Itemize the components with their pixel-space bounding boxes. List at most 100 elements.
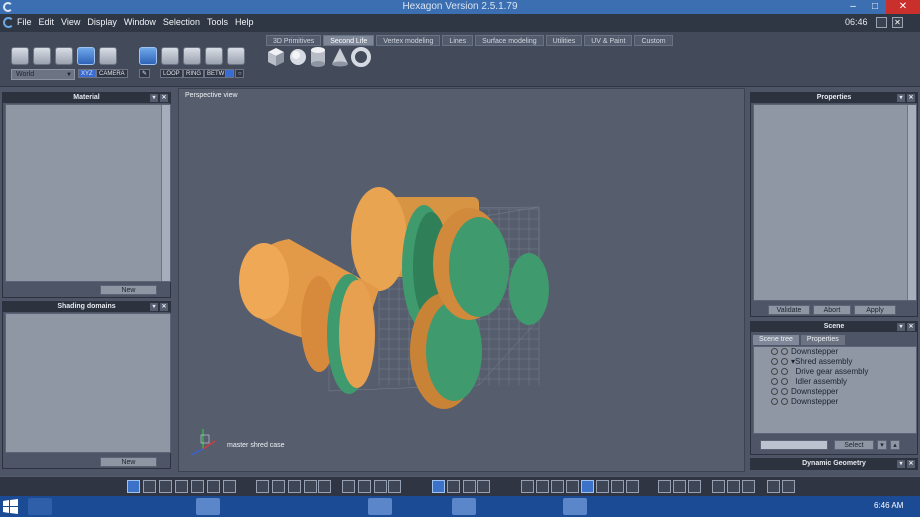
visibility-icon[interactable] bbox=[771, 348, 778, 355]
material-preview-icon[interactable] bbox=[611, 480, 624, 493]
three-view-icon[interactable] bbox=[175, 480, 188, 493]
textured-shading-icon[interactable] bbox=[596, 480, 609, 493]
panel-menu-icon[interactable]: ▾ bbox=[897, 460, 905, 468]
new-material-button[interactable]: New bbox=[100, 285, 157, 295]
perspective-viewport[interactable]: Perspective view master shred case bbox=[178, 88, 745, 472]
menu-edit[interactable]: Edit bbox=[39, 17, 55, 27]
menu-file[interactable]: File bbox=[17, 17, 32, 27]
store-taskbar-icon[interactable] bbox=[56, 498, 80, 515]
wire-grid-icon[interactable] bbox=[272, 480, 285, 493]
eye-view-icon[interactable] bbox=[388, 480, 401, 493]
app-taskbar-icon[interactable] bbox=[760, 498, 784, 515]
menu-window[interactable]: Window bbox=[124, 17, 156, 27]
tab-scene-tree[interactable]: Scene tree bbox=[753, 335, 799, 345]
zoom-selection-icon[interactable] bbox=[358, 480, 371, 493]
select-vertex-icon[interactable] bbox=[205, 47, 223, 65]
navigate-icon[interactable] bbox=[432, 480, 445, 493]
zoom-fit-icon[interactable] bbox=[342, 480, 355, 493]
scene-item-idler-assembly[interactable]: Idler assembly bbox=[771, 377, 847, 387]
visibility-icon[interactable] bbox=[771, 388, 778, 395]
layers-icon[interactable] bbox=[742, 480, 755, 493]
select-filter-toggle[interactable] bbox=[225, 69, 234, 78]
scene-item-downstepper-3[interactable]: Downstepper bbox=[771, 397, 838, 407]
visibility-icon[interactable] bbox=[771, 368, 778, 375]
between-button[interactable]: BETW bbox=[204, 69, 228, 78]
menu-display[interactable]: Display bbox=[87, 17, 117, 27]
new-shading-button[interactable]: New bbox=[100, 457, 157, 467]
cube-primitive-icon[interactable] bbox=[268, 48, 284, 66]
camera-toggle[interactable]: CAMERA bbox=[96, 69, 128, 78]
scene-item-downstepper-2[interactable]: Downstepper bbox=[771, 387, 838, 397]
validate-button[interactable]: Validate bbox=[768, 305, 810, 315]
environment-icon[interactable] bbox=[688, 480, 701, 493]
tab-surface-modeling[interactable]: Surface modeling bbox=[475, 35, 544, 46]
tab-vertex-modeling[interactable]: Vertex modeling bbox=[376, 35, 441, 46]
tab-custom[interactable]: Custom bbox=[634, 35, 673, 46]
hexagon-taskbar-icon[interactable] bbox=[452, 498, 476, 515]
select-options-icon[interactable]: ✎ bbox=[139, 69, 151, 78]
shadow-icon[interactable] bbox=[673, 480, 686, 493]
sphere-primitive-icon[interactable] bbox=[290, 49, 306, 65]
tab-second-life[interactable]: Second Life bbox=[323, 35, 375, 46]
visibility-icon[interactable] bbox=[771, 378, 778, 385]
coordinate-system-dropdown[interactable]: World bbox=[11, 69, 75, 80]
close-button[interactable]: ✕ bbox=[886, 0, 920, 14]
dolly-icon[interactable] bbox=[477, 480, 490, 493]
lock-icon[interactable] bbox=[781, 388, 788, 395]
tab-utilities[interactable]: Utilities bbox=[545, 35, 583, 46]
hidden-line-icon[interactable] bbox=[536, 480, 549, 493]
lighting-icon[interactable] bbox=[658, 480, 671, 493]
panel-close-icon[interactable]: ✕ bbox=[160, 303, 168, 311]
multi-box-icon[interactable] bbox=[727, 480, 740, 493]
chrome-taskbar-icon[interactable] bbox=[196, 498, 220, 515]
cylinder-primitive-icon[interactable] bbox=[311, 47, 325, 67]
lock-icon[interactable] bbox=[781, 368, 788, 375]
panel-menu-icon[interactable]: ▾ bbox=[150, 94, 158, 102]
cone-primitive-icon[interactable] bbox=[332, 48, 348, 67]
ring-button[interactable]: RING bbox=[183, 69, 204, 78]
menu-selection[interactable]: Selection bbox=[163, 17, 200, 27]
camera-tool-icon[interactable] bbox=[99, 47, 117, 65]
lock-icon[interactable] bbox=[781, 348, 788, 355]
panel-close-icon[interactable]: ✕ bbox=[160, 94, 168, 102]
scene-item-shred-assembly[interactable]: ▾Shred assembly bbox=[771, 357, 852, 367]
apply-button[interactable]: Apply bbox=[854, 305, 896, 315]
select-face-icon[interactable] bbox=[161, 47, 179, 65]
abort-button[interactable]: Abort bbox=[813, 305, 851, 315]
panel-close-button[interactable]: ✕ bbox=[892, 17, 903, 28]
smooth-shading-icon[interactable] bbox=[566, 480, 579, 493]
lock-icon[interactable] bbox=[781, 398, 788, 405]
rotate-tool-icon[interactable] bbox=[33, 47, 51, 65]
camera-capture-icon[interactable] bbox=[782, 480, 795, 493]
material-scrollbar[interactable] bbox=[161, 105, 170, 281]
box-display-icon[interactable] bbox=[712, 480, 725, 493]
panel-menu-icon[interactable]: ▾ bbox=[897, 94, 905, 102]
select-object-icon[interactable] bbox=[139, 47, 157, 65]
scene-search-input[interactable] bbox=[760, 440, 828, 450]
lasso-icon[interactable]: ○ bbox=[235, 69, 244, 78]
maximize-button[interactable]: □ bbox=[864, 0, 886, 14]
restore-panel-button[interactable] bbox=[876, 17, 887, 28]
select-button[interactable]: Select bbox=[834, 440, 874, 450]
gi-taskbar-icon[interactable] bbox=[140, 498, 164, 515]
lock-icon[interactable] bbox=[781, 358, 788, 365]
folder-taskbar-icon[interactable] bbox=[112, 498, 136, 515]
minimize-button[interactable]: – bbox=[842, 0, 864, 14]
menu-tools[interactable]: Tools bbox=[207, 17, 228, 27]
visibility-icon[interactable] bbox=[771, 358, 778, 365]
select-auto-icon[interactable] bbox=[227, 47, 245, 65]
tab-3d-primitives[interactable]: 3D Primitives bbox=[266, 35, 322, 46]
pan-icon[interactable] bbox=[447, 480, 460, 493]
app-taskbar-icon[interactable] bbox=[368, 498, 392, 515]
triple-split-icon[interactable] bbox=[223, 480, 236, 493]
flat-shading-icon[interactable] bbox=[551, 480, 564, 493]
menu-view[interactable]: View bbox=[61, 17, 80, 27]
app-taskbar-icon[interactable] bbox=[84, 498, 108, 515]
single-view-icon[interactable] bbox=[127, 480, 140, 493]
panel-close-icon[interactable]: ✕ bbox=[907, 323, 915, 331]
app-taskbar-icon[interactable] bbox=[563, 498, 587, 515]
select-edge-icon[interactable] bbox=[183, 47, 201, 65]
ie-taskbar-icon[interactable] bbox=[28, 498, 52, 515]
render-preview-icon[interactable] bbox=[626, 480, 639, 493]
tab-lines[interactable]: Lines bbox=[442, 35, 474, 46]
